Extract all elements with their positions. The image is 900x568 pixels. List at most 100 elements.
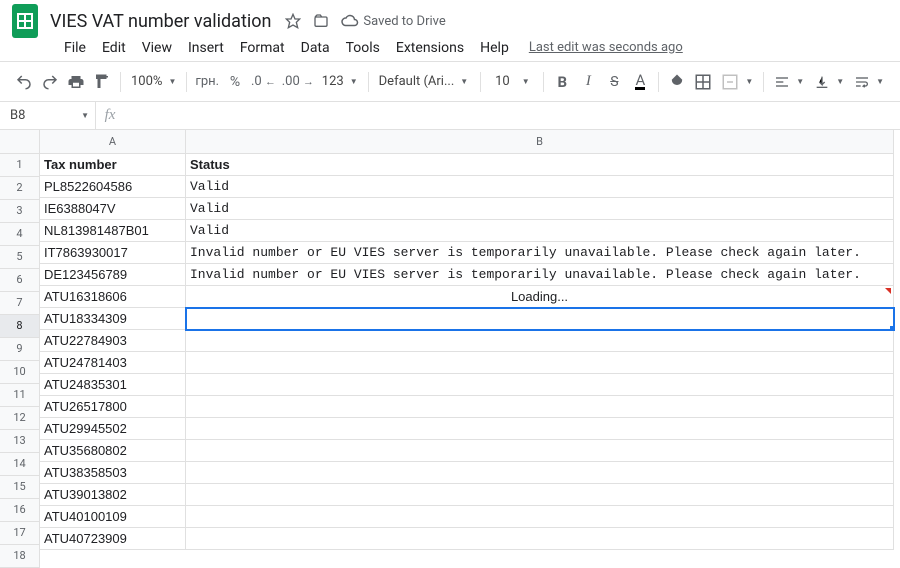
cell[interactable]: Valid bbox=[186, 176, 894, 198]
last-edit-link[interactable]: Last edit was seconds ago bbox=[529, 40, 683, 55]
number-format-dropdown[interactable]: 123▼ bbox=[318, 69, 362, 95]
cell[interactable]: ATU26517800 bbox=[40, 396, 186, 418]
row-header[interactable]: 1 bbox=[0, 154, 40, 177]
select-all-corner[interactable] bbox=[0, 130, 40, 154]
vertical-align-dropdown[interactable]: ▼ bbox=[810, 69, 848, 95]
cell[interactable] bbox=[186, 440, 894, 462]
sheets-logo-icon[interactable] bbox=[12, 3, 40, 39]
cell[interactable] bbox=[186, 462, 894, 484]
cell[interactable]: ATU39013802 bbox=[40, 484, 186, 506]
cell[interactable] bbox=[186, 352, 894, 374]
text-color-icon[interactable]: A bbox=[628, 69, 652, 95]
cell[interactable]: ATU18334309 bbox=[40, 308, 186, 330]
currency-button[interactable]: грн. bbox=[193, 69, 221, 95]
horizontal-align-dropdown[interactable]: ▼ bbox=[770, 69, 808, 95]
row-header[interactable]: 18 bbox=[0, 545, 40, 568]
row-header[interactable]: 2 bbox=[0, 177, 40, 200]
cell[interactable] bbox=[186, 418, 894, 440]
cell[interactable]: Valid bbox=[186, 220, 894, 242]
cell[interactable]: ATU35680802 bbox=[40, 440, 186, 462]
cell[interactable]: Valid bbox=[186, 198, 894, 220]
menu-insert[interactable]: Insert bbox=[180, 36, 232, 60]
cell[interactable]: PL8522604586 bbox=[40, 176, 186, 198]
cell[interactable]: Tax number bbox=[40, 154, 186, 176]
caret-down-icon: ▼ bbox=[168, 77, 176, 86]
document-title[interactable]: VIES VAT number validation bbox=[50, 11, 271, 32]
percent-button[interactable]: % bbox=[223, 69, 247, 95]
bold-icon[interactable]: B bbox=[550, 69, 574, 95]
star-icon[interactable] bbox=[283, 11, 303, 31]
menu-view[interactable]: View bbox=[134, 36, 180, 60]
overflow-indicator-icon bbox=[885, 288, 891, 294]
row-header[interactable]: 15 bbox=[0, 476, 40, 499]
cell[interactable]: Invalid number or EU VIES server is temp… bbox=[186, 264, 894, 286]
font-size-dropdown[interactable]: 10▼ bbox=[487, 69, 537, 95]
name-box[interactable]: B8▼ bbox=[0, 102, 96, 129]
cell[interactable]: IE6388047V bbox=[40, 198, 186, 220]
cell[interactable]: ATU24835301 bbox=[40, 374, 186, 396]
redo-icon[interactable] bbox=[38, 69, 62, 95]
cell[interactable]: NL813981487B01 bbox=[40, 220, 186, 242]
cell[interactable] bbox=[186, 506, 894, 528]
cell[interactable]: ATU38358503 bbox=[40, 462, 186, 484]
row-header[interactable]: 11 bbox=[0, 384, 40, 407]
cell[interactable]: IT7863930017 bbox=[40, 242, 186, 264]
row-header[interactable]: 12 bbox=[0, 407, 40, 430]
cell[interactable] bbox=[186, 308, 894, 330]
row-header[interactable]: 14 bbox=[0, 453, 40, 476]
print-icon[interactable] bbox=[64, 69, 88, 95]
cell[interactable]: ATU24781403 bbox=[40, 352, 186, 374]
row-header[interactable]: 10 bbox=[0, 361, 40, 384]
row-header[interactable]: 9 bbox=[0, 338, 40, 361]
cell[interactable] bbox=[186, 374, 894, 396]
font-family-dropdown[interactable]: Default (Ari...▼ bbox=[375, 69, 475, 95]
text-wrap-dropdown[interactable]: ▼ bbox=[850, 69, 888, 95]
row-header[interactable]: 16 bbox=[0, 499, 40, 522]
zoom-dropdown[interactable]: 100%▼ bbox=[127, 69, 180, 95]
cell[interactable]: DE123456789 bbox=[40, 264, 186, 286]
column-header-a[interactable]: A bbox=[40, 130, 186, 154]
italic-icon[interactable]: I bbox=[576, 69, 600, 95]
save-status[interactable]: Saved to Drive bbox=[341, 12, 445, 30]
row-header[interactable]: 7 bbox=[0, 292, 40, 315]
cell[interactable]: ATU29945502 bbox=[40, 418, 186, 440]
caret-down-icon: ▼ bbox=[522, 77, 530, 86]
menu-tools[interactable]: Tools bbox=[338, 36, 388, 60]
column-header-b[interactable]: B bbox=[186, 130, 894, 154]
wrap-icon bbox=[854, 74, 870, 90]
cell[interactable]: ATU16318606 bbox=[40, 286, 186, 308]
cell[interactable]: Status bbox=[186, 154, 894, 176]
fill-color-icon[interactable] bbox=[665, 69, 689, 95]
merge-cells-dropdown[interactable]: ▼ bbox=[717, 69, 757, 95]
row-header[interactable]: 5 bbox=[0, 246, 40, 269]
row-header[interactable]: 4 bbox=[0, 223, 40, 246]
menu-help[interactable]: Help bbox=[472, 36, 517, 60]
cell[interactable]: Invalid number or EU VIES server is temp… bbox=[186, 242, 894, 264]
menu-file[interactable]: File bbox=[56, 36, 94, 60]
borders-icon[interactable] bbox=[691, 69, 715, 95]
menu-extensions[interactable]: Extensions bbox=[388, 36, 472, 60]
menu-data[interactable]: Data bbox=[293, 36, 338, 60]
row-header[interactable]: 3 bbox=[0, 200, 40, 223]
cell[interactable]: ATU40723909 bbox=[40, 528, 186, 550]
increase-decimal-icon[interactable]: .00 → bbox=[280, 69, 316, 95]
strikethrough-icon[interactable]: S bbox=[602, 69, 626, 95]
menu-format[interactable]: Format bbox=[232, 36, 293, 60]
paint-format-icon[interactable] bbox=[90, 69, 114, 95]
row-header[interactable]: 8 bbox=[0, 315, 40, 338]
row-header[interactable]: 17 bbox=[0, 522, 40, 545]
move-icon[interactable] bbox=[311, 11, 331, 31]
cell[interactable] bbox=[186, 396, 894, 418]
cell[interactable]: ATU40100109 bbox=[40, 506, 186, 528]
undo-icon[interactable] bbox=[12, 69, 36, 95]
cell[interactable] bbox=[186, 330, 894, 352]
cell[interactable]: Loading... bbox=[186, 286, 894, 308]
cell[interactable]: ATU22784903 bbox=[40, 330, 186, 352]
cell[interactable] bbox=[186, 528, 894, 550]
decrease-decimal-icon[interactable]: .0 ← bbox=[249, 69, 278, 95]
row-header[interactable]: 13 bbox=[0, 430, 40, 453]
formula-input[interactable] bbox=[124, 102, 900, 129]
menu-edit[interactable]: Edit bbox=[94, 36, 134, 60]
row-header[interactable]: 6 bbox=[0, 269, 40, 292]
cell[interactable] bbox=[186, 484, 894, 506]
